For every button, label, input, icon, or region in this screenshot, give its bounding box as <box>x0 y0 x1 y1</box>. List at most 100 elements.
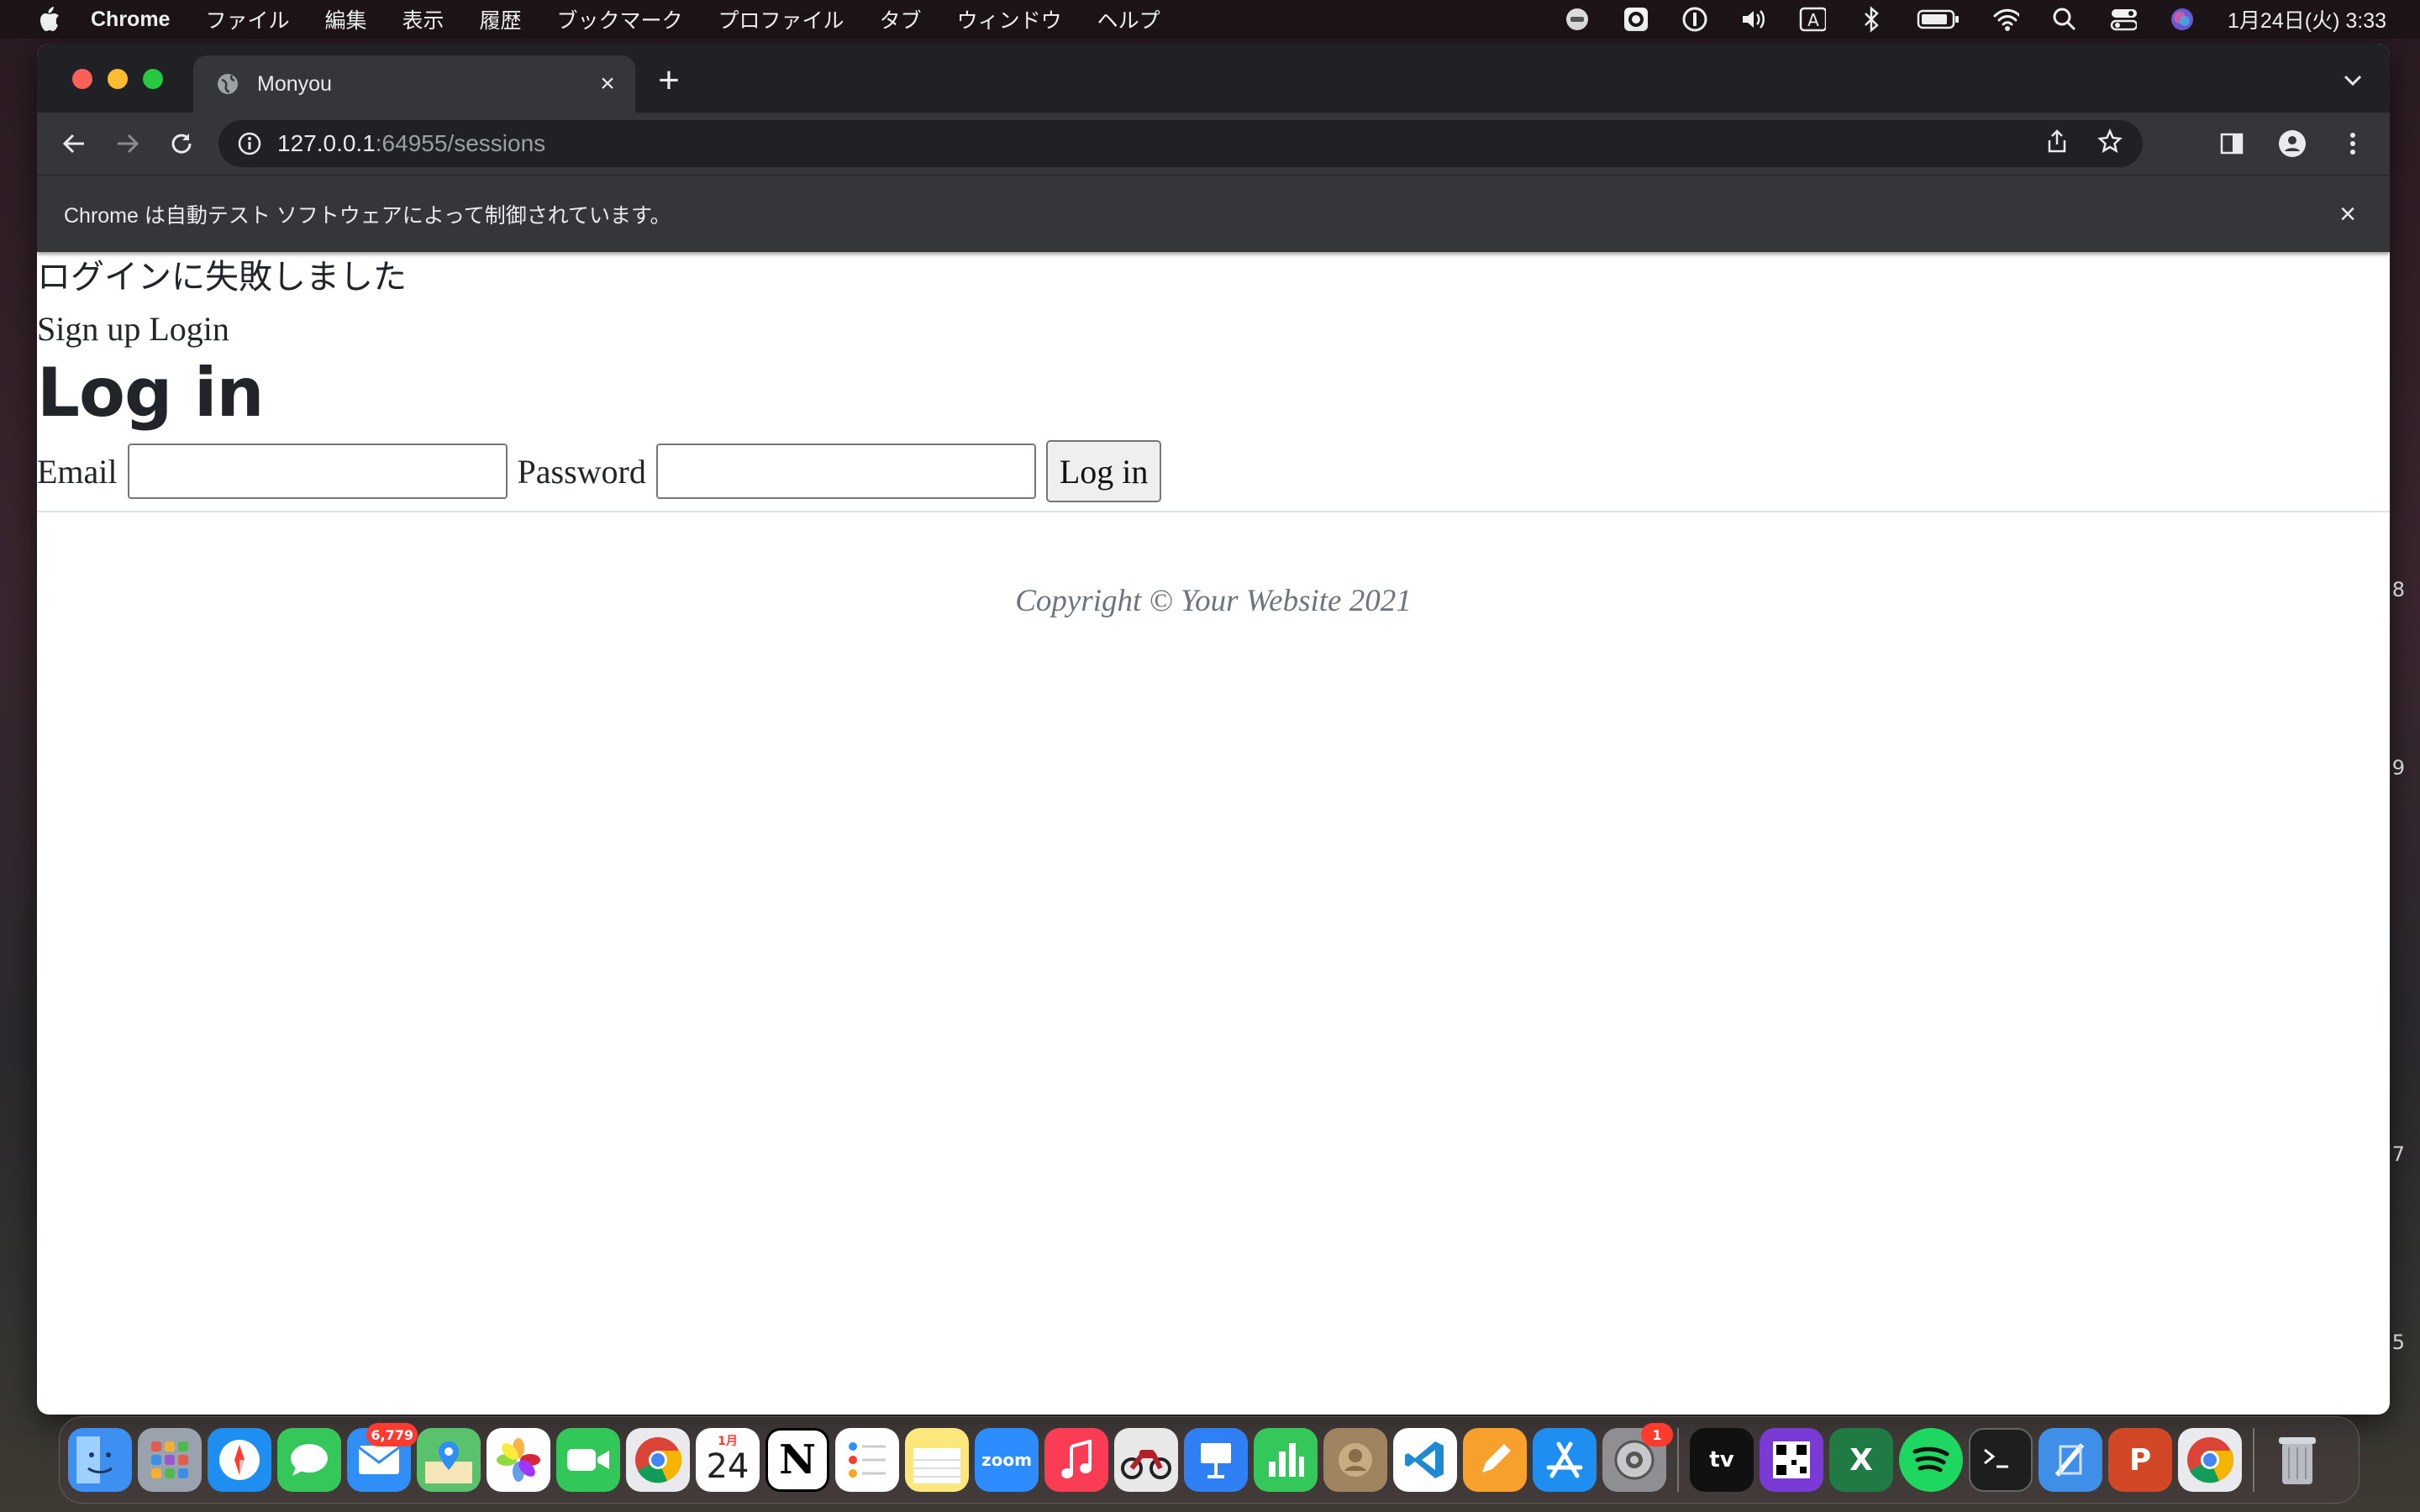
safari-icon[interactable] <box>208 1428 271 1492</box>
qr-code-app-icon[interactable] <box>1760 1428 1823 1492</box>
spotify-icon[interactable] <box>1899 1428 1963 1492</box>
site-nav: Sign up Login <box>37 307 238 351</box>
notion-icon[interactable]: N <box>765 1428 829 1492</box>
email-field[interactable] <box>127 444 508 499</box>
tab-monyou[interactable]: Monyou × <box>193 55 635 113</box>
chrome-icon-secondary[interactable] <box>2178 1428 2242 1492</box>
footer-divider <box>37 511 2390 512</box>
url-path: :64955/sessions <box>375 130 546 156</box>
email-label: Email <box>37 452 118 491</box>
side-panel-icon[interactable] <box>2213 125 2250 162</box>
menu-help[interactable]: ヘルプ <box>1097 4 1160 34</box>
signup-link[interactable]: Sign up <box>37 310 140 348</box>
terminal-icon[interactable] <box>1969 1428 2033 1492</box>
menu-edit[interactable]: 編集 <box>324 4 366 34</box>
window-close-button[interactable] <box>72 69 92 89</box>
apple-tv-icon[interactable]: tv <box>1690 1428 1754 1492</box>
menu-bar: Chrome ファイル 編集 表示 履歴 ブックマーク プロファイル タブ ウィ… <box>0 0 2420 39</box>
menu-tab[interactable]: タブ <box>880 4 922 34</box>
share-icon[interactable] <box>2045 129 2069 160</box>
flash-message: ログインに失敗しました <box>37 258 407 297</box>
automation-infobar: Chrome は自動テスト ソフトウェアによって制御されています。 × <box>37 175 2390 252</box>
menu-history[interactable]: 履歴 <box>480 4 522 34</box>
menu-clock[interactable]: 1月24日(火) 3:33 <box>2228 4 2386 34</box>
menu-bookmarks[interactable]: ブックマーク <box>557 4 683 34</box>
tab-bar: Monyou × + <box>37 44 2390 113</box>
numbers-icon[interactable] <box>1254 1428 1318 1492</box>
login-form: Email Password Log in <box>37 440 1162 502</box>
password-label: Password <box>517 452 646 491</box>
pages-icon[interactable] <box>1463 1428 1527 1492</box>
zoom-status-icon[interactable] <box>1564 6 1591 33</box>
excel-icon[interactable]: X <box>1829 1428 1893 1492</box>
window-controls <box>72 69 163 89</box>
vscode-icon[interactable] <box>1393 1428 1457 1492</box>
screenshot-app-icon[interactable] <box>1623 6 1649 33</box>
menu-app-name[interactable]: Chrome <box>91 8 170 32</box>
menu-view[interactable]: 表示 <box>402 4 445 34</box>
wifi-icon[interactable] <box>1992 6 2020 33</box>
chrome-icon[interactable] <box>626 1428 690 1492</box>
battery-icon[interactable] <box>1917 6 1960 33</box>
apple-icon[interactable] <box>32 3 66 36</box>
photos-icon[interactable] <box>487 1428 550 1492</box>
powerpoint-icon[interactable]: P <box>2108 1428 2172 1492</box>
dock-separator <box>2253 1428 2254 1492</box>
address-bar[interactable]: 127.0.0.1:64955/sessions <box>218 120 2143 167</box>
app-store-icon[interactable] <box>1533 1428 1597 1492</box>
password-field[interactable] <box>655 444 1036 499</box>
menu-profiles[interactable]: プロファイル <box>718 4 844 34</box>
bookmark-star-icon[interactable] <box>2097 128 2123 160</box>
zoom-icon[interactable]: zoom <box>975 1428 1039 1492</box>
trash-icon[interactable] <box>2265 1428 2329 1492</box>
contacts-icon[interactable] <box>1323 1428 1387 1492</box>
xcode-icon[interactable] <box>2039 1428 2102 1492</box>
reminders-icon[interactable] <box>835 1428 899 1492</box>
window-zoom-button[interactable] <box>143 69 163 89</box>
login-link[interactable]: Login <box>149 310 229 348</box>
menu-window[interactable]: ウィンドウ <box>957 4 1062 34</box>
reload-icon[interactable] <box>163 125 200 162</box>
dock-separator <box>1677 1428 1679 1492</box>
profile-avatar-icon[interactable] <box>2274 125 2311 162</box>
input-source-icon[interactable]: A <box>1799 6 1827 33</box>
menu-file[interactable]: ファイル <box>205 4 289 34</box>
music-icon[interactable] <box>1044 1428 1108 1492</box>
url-host: 127.0.0.1 <box>277 130 376 156</box>
keynote-icon[interactable] <box>1184 1428 1248 1492</box>
password-manager-icon[interactable] <box>1681 6 1708 33</box>
facetime-icon[interactable] <box>556 1428 620 1492</box>
svg-text:A: A <box>1807 10 1819 30</box>
back-arrow-icon[interactable] <box>55 125 92 162</box>
tab-search-chevron-icon[interactable] <box>2338 66 2368 96</box>
launchpad-icon[interactable] <box>138 1428 202 1492</box>
motorcycle-app-icon[interactable] <box>1114 1428 1178 1492</box>
volume-icon[interactable] <box>1740 6 1767 33</box>
bluetooth-icon[interactable] <box>1858 6 1885 33</box>
calendar-day: 24 <box>706 1447 750 1486</box>
finder-icon[interactable] <box>68 1428 132 1492</box>
maps-icon[interactable] <box>417 1428 481 1492</box>
dock: 6,779 1月 24 N zoom 1 tv X P <box>59 1416 2360 1504</box>
forward-arrow-icon[interactable] <box>109 125 146 162</box>
calendar-icon[interactable]: 1月 24 <box>696 1428 760 1492</box>
infobar-close-icon[interactable]: × <box>2333 198 2363 230</box>
site-info-icon[interactable] <box>237 131 262 156</box>
chrome-menu-icon[interactable] <box>2334 125 2371 162</box>
system-settings-icon[interactable]: 1 <box>1602 1423 1673 1492</box>
desktop-digit: 9 <box>2391 756 2405 780</box>
browser-window: Monyou × + 127.0.0.1:64955/sessions Chro… <box>37 44 2390 1415</box>
messages-icon[interactable] <box>277 1428 341 1492</box>
new-tab-button[interactable]: + <box>650 60 687 101</box>
mail-icon[interactable]: 6,779 <box>347 1423 418 1492</box>
control-center-icon[interactable] <box>2110 6 2138 33</box>
login-submit-button[interactable]: Log in <box>1045 440 1162 502</box>
siri-icon[interactable] <box>2169 6 2196 33</box>
spotlight-search-icon[interactable] <box>2051 6 2078 33</box>
window-minimize-button[interactable] <box>108 69 128 89</box>
tab-close-icon[interactable]: × <box>595 70 620 97</box>
notes-icon[interactable] <box>905 1428 969 1492</box>
infobar-message: Chrome は自動テスト ソフトウェアによって制御されています。 <box>64 204 671 228</box>
mail-badge: 6,779 <box>366 1423 418 1446</box>
tab-title: Monyou <box>257 71 332 96</box>
